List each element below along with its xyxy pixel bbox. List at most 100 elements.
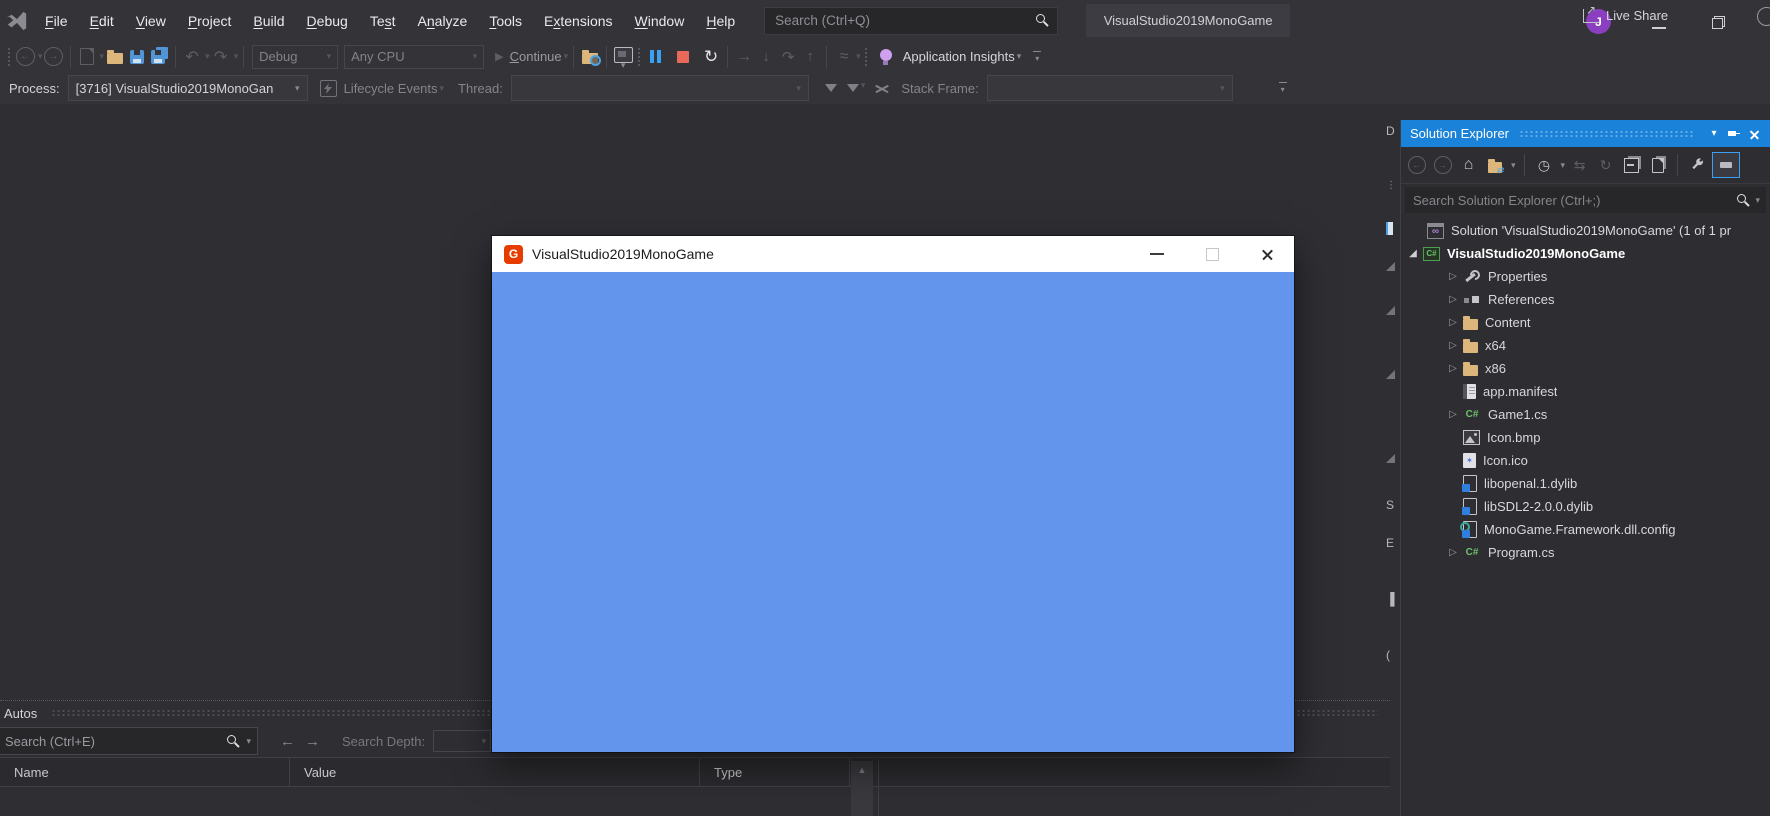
auto-hide-pin-icon[interactable] bbox=[1724, 125, 1744, 143]
game-close-button[interactable] bbox=[1261, 248, 1274, 261]
refresh-icon[interactable]: ↻ bbox=[1594, 153, 1617, 177]
save-button[interactable] bbox=[126, 45, 148, 69]
window-restore-button[interactable] bbox=[1712, 16, 1725, 29]
menu-item[interactable]: Build bbox=[242, 0, 295, 41]
menu-item[interactable]: File bbox=[34, 0, 79, 41]
solution-explorer-search-input[interactable] bbox=[1411, 192, 1737, 209]
live-share-button[interactable]: Live Share bbox=[1583, 0, 1668, 31]
breakpoints-window-button[interactable] bbox=[579, 45, 601, 69]
lifecycle-events-button[interactable]: Lifecycle Events bbox=[344, 81, 438, 96]
toolbar-drag-handle[interactable] bbox=[864, 47, 868, 67]
search-next-icon[interactable]: → bbox=[305, 733, 320, 750]
tree-expander-icon[interactable] bbox=[1443, 317, 1463, 328]
continue-button[interactable]: ▶ Continue bbox=[495, 45, 562, 69]
collapse-all-icon[interactable] bbox=[1620, 153, 1643, 177]
menu-item[interactable]: Test bbox=[359, 0, 407, 41]
window-position-dropdown-icon[interactable]: ▾ bbox=[1704, 125, 1724, 143]
preview-selected-items-button[interactable] bbox=[1712, 152, 1740, 178]
feedback-icon[interactable] bbox=[1757, 7, 1770, 26]
menu-item[interactable]: View bbox=[125, 0, 177, 41]
tree-expander-icon[interactable] bbox=[1403, 248, 1423, 259]
search-prev-icon[interactable]: ← bbox=[280, 733, 295, 750]
tree-expander-icon[interactable] bbox=[1443, 340, 1463, 351]
game-minimize-button[interactable] bbox=[1150, 253, 1164, 255]
column-header[interactable]: Name bbox=[0, 758, 290, 786]
stack-frame-dropdown[interactable]: ▾ bbox=[987, 75, 1233, 101]
sync-with-active-document-icon[interactable]: ⇆ bbox=[1568, 153, 1591, 177]
toolbar-drag-handle[interactable] bbox=[637, 47, 641, 67]
save-all-button[interactable] bbox=[148, 45, 170, 69]
tree-expander-icon[interactable] bbox=[1443, 271, 1463, 282]
diagnostics-monitor-icon[interactable]: ▾ bbox=[612, 45, 634, 69]
filter-icon[interactable] bbox=[825, 84, 837, 98]
toggle-flagged-threads-icon[interactable] bbox=[875, 83, 889, 93]
debugbar-overflow-button[interactable]: ▾ bbox=[1277, 80, 1289, 96]
undo-button[interactable]: ↶ bbox=[181, 45, 203, 69]
tree-row[interactable]: libopenal.1.dylib bbox=[1401, 472, 1770, 495]
switch-views-dropdown[interactable]: ▾ bbox=[1511, 160, 1516, 171]
process-dropdown[interactable]: [3716] VisualStudio2019MonoGan ▾ bbox=[68, 75, 308, 101]
tree-row[interactable]: Icon.ico bbox=[1401, 449, 1770, 472]
new-file-button[interactable] bbox=[76, 45, 98, 69]
autos-search-dropdown[interactable]: ▾ bbox=[246, 736, 251, 747]
close-icon[interactable] bbox=[1744, 125, 1764, 143]
se-back-button[interactable]: ← bbox=[1405, 153, 1428, 177]
stop-debugging-button[interactable] bbox=[672, 45, 694, 69]
monogame-game-window[interactable]: G VisualStudio2019MonoGame bbox=[492, 236, 1294, 752]
solution-platform-dropdown[interactable]: Any CPU▾ bbox=[344, 45, 484, 69]
threads-dropdown[interactable]: ▾ bbox=[856, 51, 861, 62]
se-forward-button[interactable]: → bbox=[1431, 153, 1454, 177]
menu-item[interactable]: Project bbox=[177, 0, 243, 41]
menu-item[interactable]: Window bbox=[624, 0, 696, 41]
home-icon[interactable]: ⌂ bbox=[1457, 153, 1480, 177]
tree-row[interactable]: x64 bbox=[1401, 334, 1770, 357]
filter-dropdown-icon[interactable]: ▾ bbox=[847, 78, 866, 98]
column-header[interactable]: Type bbox=[700, 758, 850, 786]
step-over-button[interactable]: ↷ bbox=[777, 45, 799, 69]
redo-dropdown[interactable]: ▾ bbox=[234, 51, 239, 62]
tree-expander-icon[interactable] bbox=[1443, 547, 1463, 558]
menu-item[interactable]: Extensions bbox=[533, 0, 624, 41]
game-maximize-button[interactable] bbox=[1206, 248, 1219, 261]
start-debug-target-dropdown[interactable]: ▾ bbox=[564, 51, 569, 62]
solution-explorer-search-box[interactable]: ▾ bbox=[1405, 187, 1766, 213]
tree-row[interactable]: VisualStudio2019MonoGame bbox=[1401, 242, 1770, 265]
filter-dropdown[interactable]: ▾ bbox=[1561, 160, 1566, 171]
tree-row[interactable]: x86 bbox=[1401, 357, 1770, 380]
tree-row[interactable]: Properties bbox=[1401, 265, 1770, 288]
tree-row[interactable]: Game1.cs bbox=[1401, 403, 1770, 426]
search-options-dropdown[interactable]: ▾ bbox=[1755, 195, 1760, 206]
quick-search-input[interactable] bbox=[773, 12, 1036, 29]
menu-item[interactable]: Analyze bbox=[407, 0, 479, 41]
toolbar-drag-handle[interactable] bbox=[7, 47, 11, 67]
lifecycle-events-dropdown[interactable]: ▾ bbox=[440, 83, 445, 94]
application-insights-dropdown[interactable]: ▾ bbox=[1017, 51, 1022, 62]
restart-button[interactable]: ↻ bbox=[700, 45, 722, 69]
quick-search-box[interactable] bbox=[764, 7, 1058, 35]
tree-row[interactable]: MonoGame.Framework.dll.config bbox=[1401, 518, 1770, 541]
toolbar-overflow-button[interactable]: ▾ bbox=[1031, 49, 1043, 65]
autos-search-box[interactable]: ▾ bbox=[0, 727, 258, 755]
show-threads-in-source-button[interactable]: ≈ bbox=[832, 45, 854, 69]
tree-row[interactable]: Icon.bmp bbox=[1401, 426, 1770, 449]
tree-row[interactable]: References bbox=[1401, 288, 1770, 311]
show-next-statement-button[interactable]: → bbox=[733, 45, 755, 69]
solution-explorer-title-bar[interactable]: Solution Explorer ▾ bbox=[1401, 120, 1770, 147]
navigate-back-button[interactable]: ← bbox=[14, 45, 36, 69]
pending-changes-filter-icon[interactable]: ◷ bbox=[1533, 153, 1556, 177]
tree-row[interactable]: Solution 'VisualStudio2019MonoGame' (1 o… bbox=[1401, 219, 1770, 242]
properties-wrench-icon[interactable] bbox=[1686, 153, 1709, 177]
navigate-forward-button[interactable]: → bbox=[43, 45, 65, 69]
application-insights-label[interactable]: Application Insights bbox=[903, 49, 1015, 64]
tree-expander-icon[interactable] bbox=[1443, 294, 1463, 305]
solution-configuration-dropdown[interactable]: Debug▾ bbox=[252, 45, 338, 69]
tree-row[interactable]: Program.cs bbox=[1401, 541, 1770, 564]
autos-scrollbar[interactable]: ▲ bbox=[851, 761, 873, 816]
menu-item[interactable]: Help bbox=[695, 0, 746, 41]
open-file-icon[interactable] bbox=[104, 45, 126, 69]
show-all-files-icon[interactable] bbox=[1646, 153, 1669, 177]
autos-search-input[interactable] bbox=[3, 733, 227, 750]
thread-dropdown[interactable]: ▾ bbox=[511, 75, 809, 101]
tree-expander-icon[interactable] bbox=[1443, 363, 1463, 374]
redo-button[interactable]: ↷ bbox=[210, 45, 232, 69]
